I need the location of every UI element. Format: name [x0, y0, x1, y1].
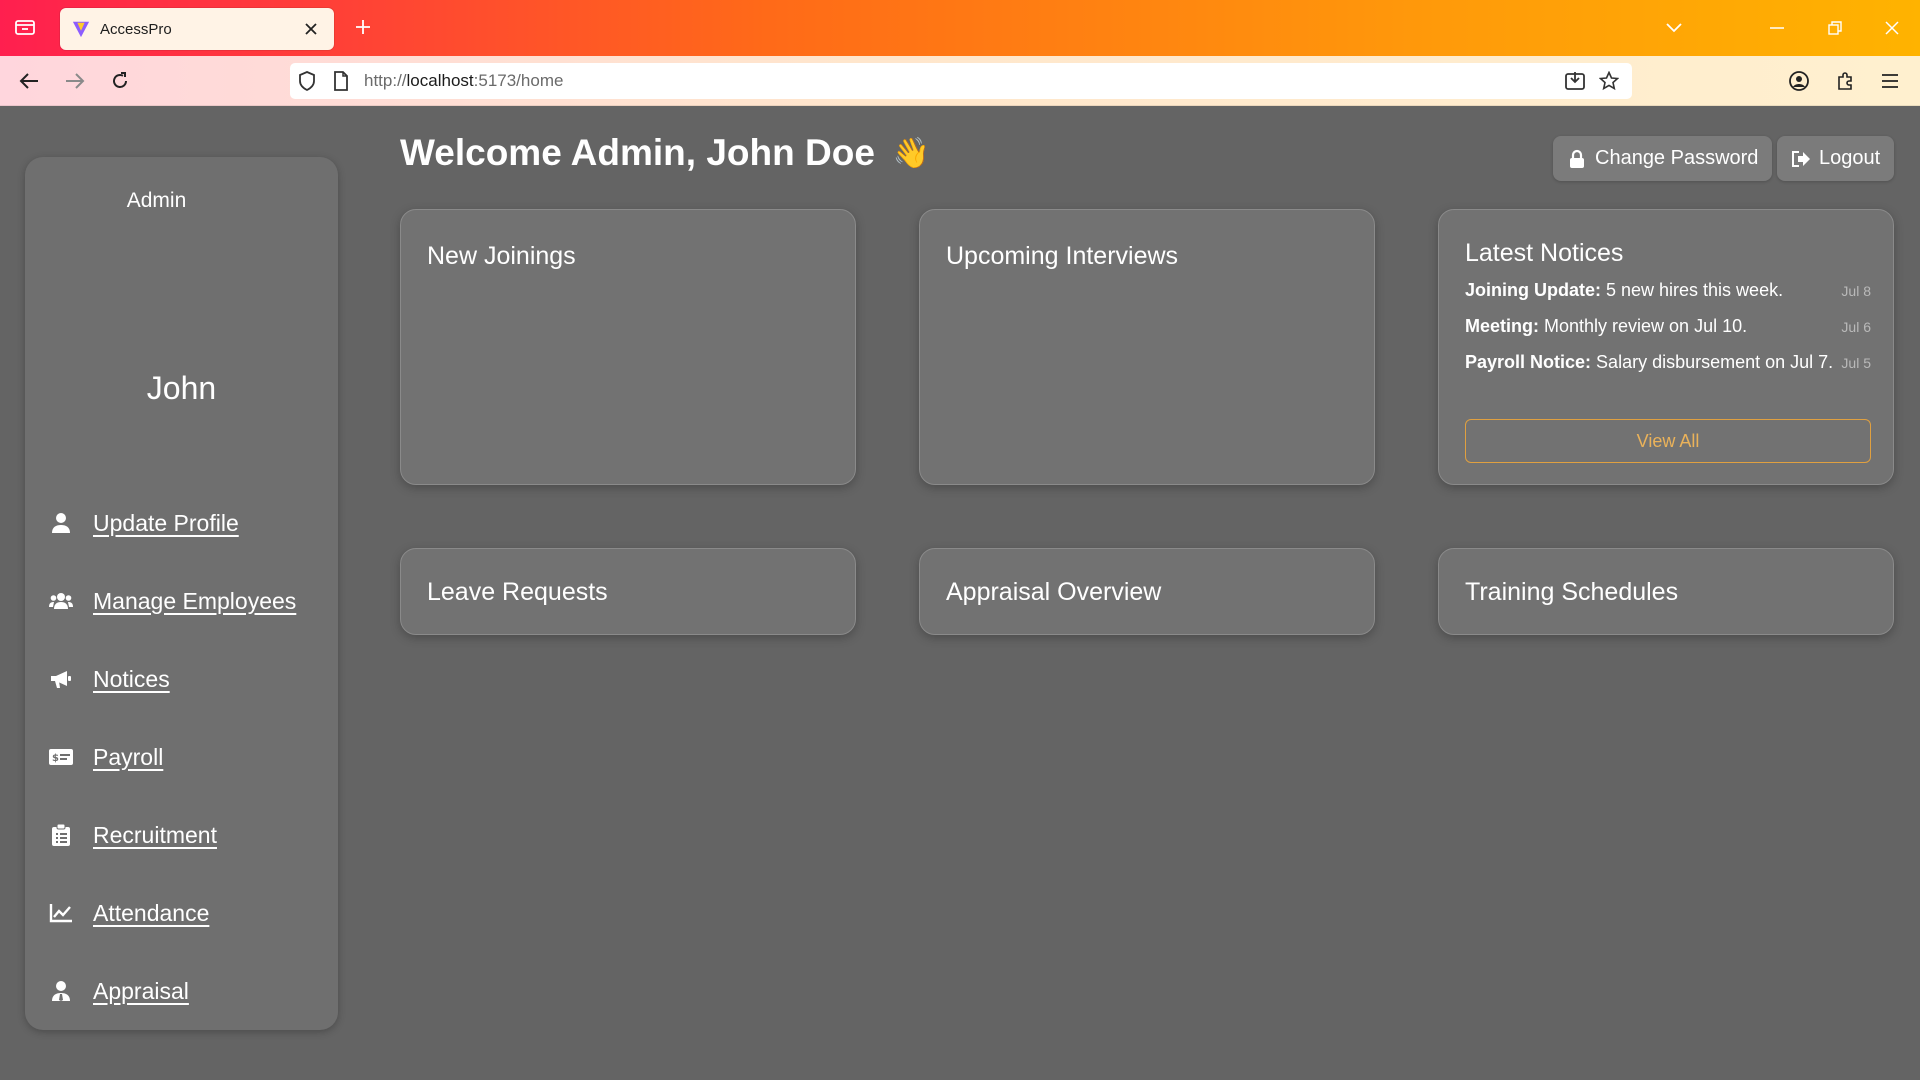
sidebar-item-label: Update Profile	[93, 509, 239, 536]
change-password-button[interactable]: Change Password	[1553, 136, 1773, 181]
training-schedules-card[interactable]: Training Schedules	[1438, 548, 1894, 635]
menu-icon[interactable]	[1875, 66, 1905, 96]
view-all-button[interactable]: View All	[1465, 419, 1871, 463]
browser-nav-bar: http://localhost:5173/home	[0, 56, 1920, 106]
sidebar-item-label: Recruitment	[93, 821, 217, 848]
list-all-tabs-icon[interactable]	[1654, 12, 1694, 44]
restore-icon[interactable]	[1815, 12, 1855, 44]
extensions-icon[interactable]	[1830, 66, 1860, 96]
logout-icon	[1791, 149, 1811, 169]
shield-icon[interactable]	[290, 63, 324, 99]
user-tie-icon	[49, 979, 73, 1003]
card-title: Latest Notices	[1465, 239, 1624, 267]
new-tab-icon[interactable]	[348, 12, 378, 42]
close-window-icon[interactable]	[1872, 12, 1912, 44]
card-title: New Joinings	[427, 242, 576, 270]
svg-text:$: $	[52, 753, 59, 764]
vite-favicon-icon	[72, 21, 90, 38]
clipboard-icon	[49, 823, 73, 847]
bookmark-star-icon[interactable]	[1592, 63, 1626, 99]
tab-title: AccessPro	[100, 20, 172, 38]
money-check-icon: $	[49, 745, 73, 769]
sidebar-item-label: Notices	[93, 665, 170, 692]
bullhorn-icon	[49, 667, 73, 691]
new-joinings-card: New Joinings	[400, 209, 856, 485]
save-to-pocket-icon[interactable]	[1558, 63, 1592, 99]
sidebar-item-manage-employees[interactable]: Manage Employees	[49, 581, 296, 621]
wave-emoji: 👋	[892, 136, 931, 170]
notice-date: Jul 6	[1841, 319, 1871, 335]
sidebar-item-label: Appraisal	[93, 977, 189, 1004]
close-tab-icon[interactable]	[300, 18, 322, 40]
sidebar: Admin John Update Profile Manage Employe…	[25, 157, 338, 1030]
back-icon[interactable]	[14, 66, 44, 96]
notice-date: Jul 5	[1841, 355, 1871, 371]
sidebar-item-appraisal[interactable]: Appraisal	[49, 971, 189, 1011]
appraisal-overview-card[interactable]: Appraisal Overview	[919, 548, 1375, 635]
sidebar-item-label: Payroll	[93, 743, 164, 770]
card-title: Leave Requests	[427, 578, 608, 606]
url-text[interactable]: http://localhost:5173/home	[364, 71, 1558, 91]
tab-list-icon[interactable]	[10, 12, 40, 42]
sidebar-item-recruitment[interactable]: Recruitment	[49, 815, 217, 855]
notice-item: Meeting: Monthly review on Jul 10. Jul 6	[1465, 316, 1871, 336]
notice-item: Joining Update: 5 new hires this week. J…	[1465, 280, 1871, 300]
sidebar-item-update-profile[interactable]: Update Profile	[49, 503, 239, 543]
forward-icon[interactable]	[60, 66, 90, 96]
page-icon[interactable]	[324, 63, 358, 99]
sidebar-item-label: Attendance	[93, 899, 210, 926]
chart-line-icon	[49, 901, 73, 925]
notice-date: Jul 8	[1841, 283, 1871, 299]
reload-icon[interactable]	[105, 66, 135, 96]
users-icon	[49, 589, 73, 613]
browser-tab[interactable]: AccessPro	[60, 8, 334, 50]
user-icon	[49, 511, 73, 535]
sidebar-item-label: Manage Employees	[93, 587, 297, 614]
leave-requests-card[interactable]: Leave Requests	[400, 548, 856, 635]
sidebar-item-payroll[interactable]: $ Payroll	[49, 737, 163, 777]
card-title: Appraisal Overview	[946, 578, 1162, 606]
address-bar[interactable]: http://localhost:5173/home	[290, 63, 1632, 99]
sidebar-role: Admin	[126, 189, 187, 212]
logout-button[interactable]: Logout	[1777, 136, 1895, 181]
minimize-icon[interactable]	[1757, 12, 1797, 44]
lock-icon	[1567, 149, 1587, 169]
sidebar-item-notices[interactable]: Notices	[49, 659, 170, 699]
sidebar-item-attendance[interactable]: Attendance	[49, 893, 209, 933]
page-title: Welcome Admin, John Doe 👋	[400, 132, 931, 173]
card-title: Upcoming Interviews	[946, 242, 1179, 270]
browser-tab-bar: AccessPro	[0, 0, 1920, 56]
latest-notices-card: Latest Notices Joining Update: 5 new hir…	[1438, 209, 1894, 485]
upcoming-interviews-card: Upcoming Interviews	[919, 209, 1375, 485]
sidebar-user-name: John	[146, 370, 217, 406]
account-icon[interactable]	[1784, 66, 1814, 96]
notice-item: Payroll Notice: Salary disbursement on J…	[1465, 352, 1871, 372]
card-title: Training Schedules	[1465, 578, 1679, 606]
app-page: Admin John Update Profile Manage Employe…	[0, 107, 1920, 1080]
